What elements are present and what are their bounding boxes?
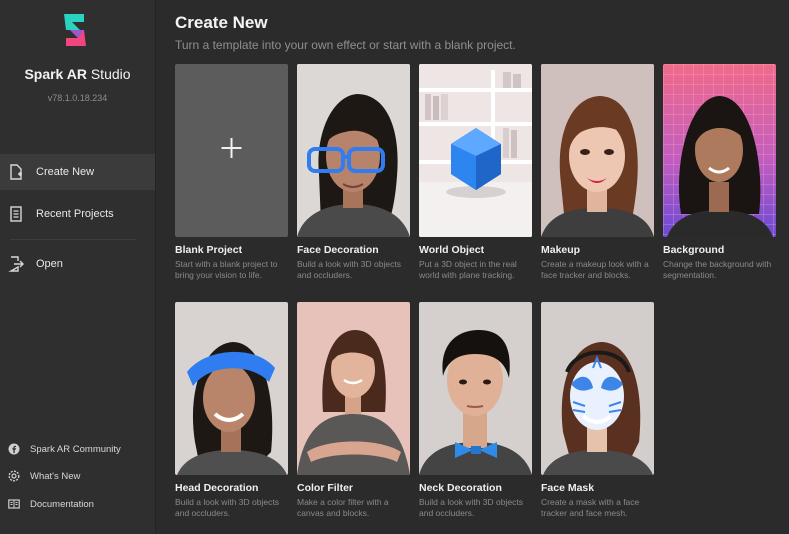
link-whats-new[interactable]: What's New [0, 466, 155, 486]
template-description: Build a look with 3D objects and occlude… [419, 497, 523, 518]
template-title: Background [663, 244, 725, 256]
template-thumbnail [297, 64, 410, 237]
nav-label: Open [36, 258, 63, 270]
template-thumbnail [419, 64, 532, 237]
app-name: Spark AR Studio [24, 66, 131, 82]
nav-recent-projects[interactable]: Recent Projects [0, 196, 155, 232]
template-title: Head Decoration [175, 482, 259, 494]
template-card-head-decoration[interactable]: Head Decoration Build a look with 3D obj… [175, 302, 288, 518]
template-thumbnail [175, 302, 288, 475]
template-thumbnail [663, 64, 776, 237]
template-thumbnail [541, 302, 654, 475]
link-documentation[interactable]: Documentation [0, 494, 155, 514]
template-title: World Object [419, 244, 485, 256]
book-icon [8, 498, 20, 510]
facebook-icon [8, 443, 20, 455]
nav-label: Recent Projects [36, 208, 114, 220]
template-title: Color Filter [297, 482, 354, 494]
template-card-color-filter[interactable]: Color Filter Make a color filter with a … [297, 302, 410, 518]
template-description: Change the background with segmentation. [663, 259, 772, 280]
template-title: Blank Project [175, 244, 243, 256]
template-card-background[interactable]: Background Change the background with se… [663, 64, 776, 280]
app-version: v78.1.0.18.234 [47, 93, 108, 103]
template-thumbnail [175, 64, 288, 237]
template-thumbnail [297, 302, 410, 475]
template-title: Face Mask [541, 482, 595, 494]
plus-icon [221, 138, 242, 158]
template-title: Neck Decoration [419, 482, 502, 494]
template-description: Start with a blank project to bring your… [175, 259, 278, 280]
spark-ar-logo-icon [58, 10, 92, 50]
sidebar: Spark AR Studio v78.1.0.18.234 Create Ne… [0, 0, 156, 534]
link-label: Spark AR Community [30, 443, 121, 455]
template-title: Makeup [541, 244, 581, 256]
template-thumbnail [419, 302, 532, 475]
link-label: Documentation [30, 498, 94, 510]
nav-divider [10, 239, 136, 240]
document-icon [8, 206, 24, 222]
template-card-face-mask[interactable]: Face Mask Create a mask with a face trac… [541, 302, 654, 518]
template-card-world-object[interactable]: World Object Put a 3D object in the real… [419, 64, 532, 280]
template-card-blank-project[interactable]: Blank Project Start with a blank project… [175, 64, 288, 280]
open-icon [8, 256, 24, 272]
template-description: Create a makeup look with a face tracker… [541, 259, 649, 280]
template-card-makeup[interactable]: Makeup Create a makeup look with a face … [541, 64, 654, 280]
settings-icon [8, 470, 20, 482]
nav-label: Create New [36, 166, 95, 178]
template-title: Face Decoration [297, 244, 379, 256]
page-title: Create New [175, 13, 268, 32]
template-description: Put a 3D object in the real world with p… [419, 259, 517, 280]
nav-open[interactable]: Open [0, 246, 155, 282]
template-description: Build a look with 3D objects and occlude… [175, 497, 279, 518]
template-description: Create a mask with a face tracker and fa… [541, 497, 640, 518]
template-card-neck-decoration[interactable]: Neck Decoration Build a look with 3D obj… [419, 302, 532, 518]
template-description: Build a look with 3D objects and occlude… [297, 259, 401, 280]
nav-create-new[interactable]: Create New [0, 154, 155, 190]
page-subtitle: Turn a template into your own effect or … [175, 38, 516, 52]
template-thumbnail [541, 64, 654, 237]
new-file-icon [8, 164, 24, 180]
link-label: What's New [30, 470, 81, 482]
template-description: Make a color filter with a canvas and bl… [297, 497, 389, 518]
link-spark-ar-community[interactable]: Spark AR Community [0, 439, 155, 459]
template-card-face-decoration[interactable]: Face Decoration Build a look with 3D obj… [297, 64, 410, 280]
